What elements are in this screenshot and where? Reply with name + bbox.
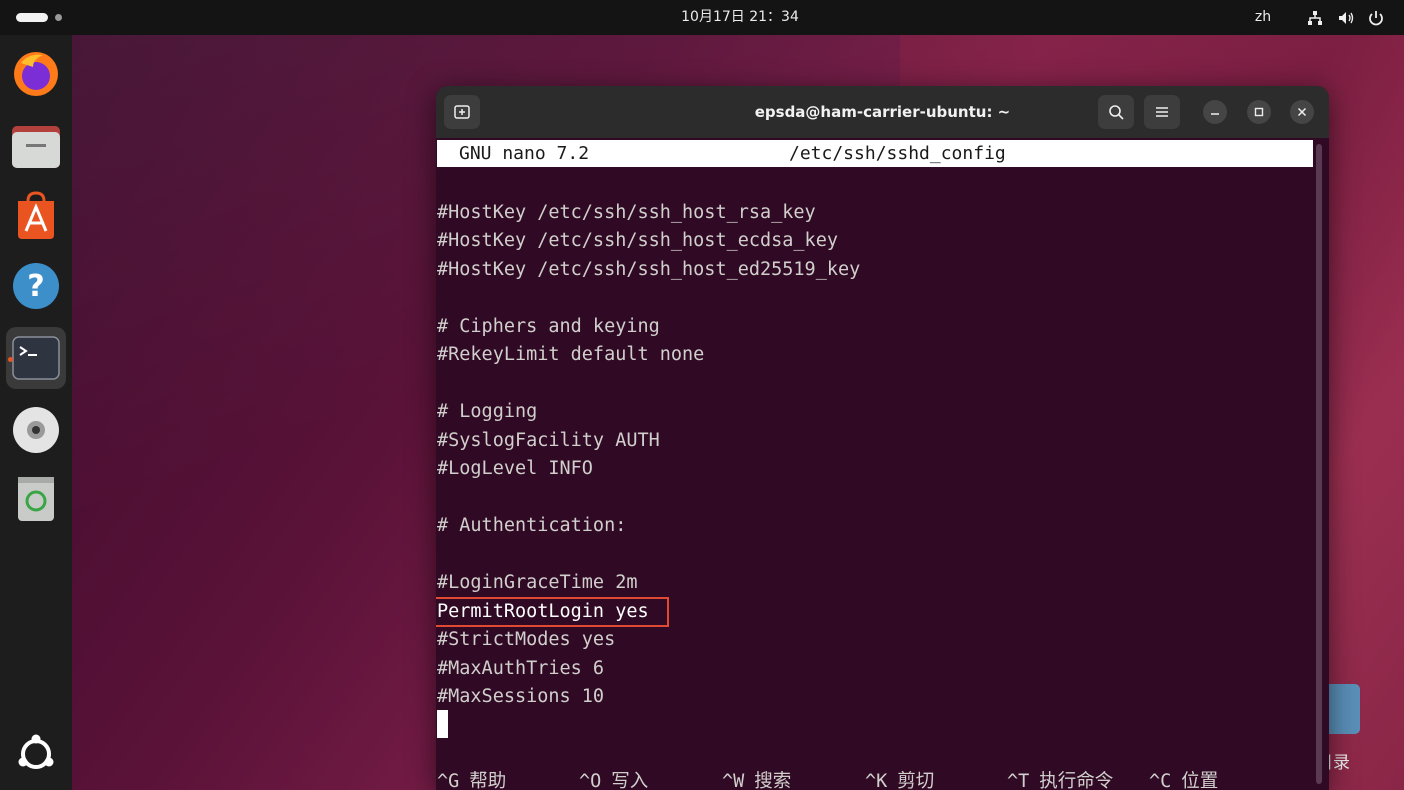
maximize-button[interactable] xyxy=(1247,100,1271,124)
shortcut-write: ^O 写入 xyxy=(579,771,649,790)
dock-item-app-center[interactable] xyxy=(6,185,66,247)
shortcut-execute: ^T 执行命令 xyxy=(1007,771,1114,790)
terminal-content[interactable]: GNU nano 7.2 /etc/ssh/sshd_config #HostK… xyxy=(436,138,1316,790)
dock: ? xyxy=(0,35,72,790)
dock-item-help[interactable]: ? xyxy=(6,255,66,317)
new-tab-button[interactable] xyxy=(444,95,480,129)
terminal-icon xyxy=(12,336,60,380)
desktop-folder-icon[interactable] xyxy=(1324,684,1360,734)
trash-icon xyxy=(18,477,54,521)
close-button[interactable] xyxy=(1290,100,1314,124)
highlight-box xyxy=(436,597,669,627)
hamburger-menu-icon xyxy=(1156,107,1168,117)
volume-icon[interactable] xyxy=(1337,9,1355,27)
terminal-scrollbar[interactable] xyxy=(1316,144,1322,784)
files-icon xyxy=(12,126,60,168)
new-tab-icon xyxy=(454,105,470,119)
dock-item-firefox[interactable] xyxy=(6,43,66,105)
power-icon[interactable] xyxy=(1367,9,1385,27)
file-line: #MaxSessions 10 xyxy=(437,686,605,707)
nano-header: GNU nano 7.2 /etc/ssh/sshd_config xyxy=(437,140,1313,167)
nano-version: GNU nano 7.2 xyxy=(459,143,590,164)
close-icon xyxy=(1297,107,1307,117)
file-line: #MaxAuthTries 6 xyxy=(437,658,605,679)
file-line: # Ciphers and keying xyxy=(437,316,660,337)
file-line: #StrictModes yes xyxy=(437,629,616,650)
search-icon xyxy=(1109,105,1124,120)
file-line: #SyslogFacility AUTH xyxy=(437,430,660,451)
network-icon[interactable] xyxy=(1306,9,1324,27)
shortcut-search: ^W 搜索 xyxy=(722,771,792,790)
clock[interactable]: 10月17日 21：34 xyxy=(620,0,860,35)
shortcut-help: ^G 帮助 xyxy=(437,771,507,790)
disc-icon xyxy=(13,407,59,453)
help-icon: ? xyxy=(13,263,59,309)
language-indicator[interactable]: zh xyxy=(1246,0,1280,35)
file-line: # Authentication: xyxy=(437,515,627,536)
file-line: #HostKey /etc/ssh/ssh_host_ecdsa_key xyxy=(437,230,838,251)
menu-button[interactable] xyxy=(1144,95,1180,129)
file-line: #LogLevel INFO xyxy=(437,458,593,479)
file-line: #HostKey /etc/ssh/ssh_host_ed25519_key xyxy=(437,259,861,280)
file-line: #RekeyLimit default none xyxy=(437,344,705,365)
file-line: #HostKey /etc/ssh/ssh_host_rsa_key xyxy=(437,202,816,223)
dock-item-trash[interactable] xyxy=(6,467,66,529)
top-bar: 10月17日 21：34 zh xyxy=(0,0,1404,35)
file-line: #LoginGraceTime 2m xyxy=(437,572,638,593)
dock-item-disc[interactable] xyxy=(6,399,66,461)
search-button[interactable] xyxy=(1098,95,1134,129)
shortcut-location: ^C 位置 xyxy=(1149,771,1219,790)
window-title: epsda@ham-carrier-ubuntu: ~ xyxy=(754,103,1011,121)
app-center-icon xyxy=(18,191,54,239)
ubuntu-logo-icon[interactable] xyxy=(14,732,58,776)
terminal-window[interactable]: epsda@ham-carrier-ubuntu: ~ GNU nano 7.2… xyxy=(436,86,1329,790)
terminal-titlebar[interactable]: epsda@ham-carrier-ubuntu: ~ xyxy=(436,86,1329,138)
firefox-icon xyxy=(14,52,58,96)
maximize-icon xyxy=(1254,107,1264,117)
file-line: # Logging xyxy=(437,401,538,422)
dock-item-terminal[interactable] xyxy=(6,327,66,389)
workspace-indicator[interactable] xyxy=(55,14,62,21)
text-cursor xyxy=(437,710,448,738)
minimize-icon xyxy=(1211,113,1219,115)
shortcut-cut: ^K 剪切 xyxy=(865,771,935,790)
nano-filename: /etc/ssh/sshd_config xyxy=(789,143,1006,164)
running-indicator xyxy=(8,357,13,362)
minimize-button[interactable] xyxy=(1203,100,1227,124)
svg-text:?: ? xyxy=(27,269,44,304)
activities-button[interactable] xyxy=(16,13,48,22)
dock-item-files[interactable] xyxy=(6,115,66,177)
